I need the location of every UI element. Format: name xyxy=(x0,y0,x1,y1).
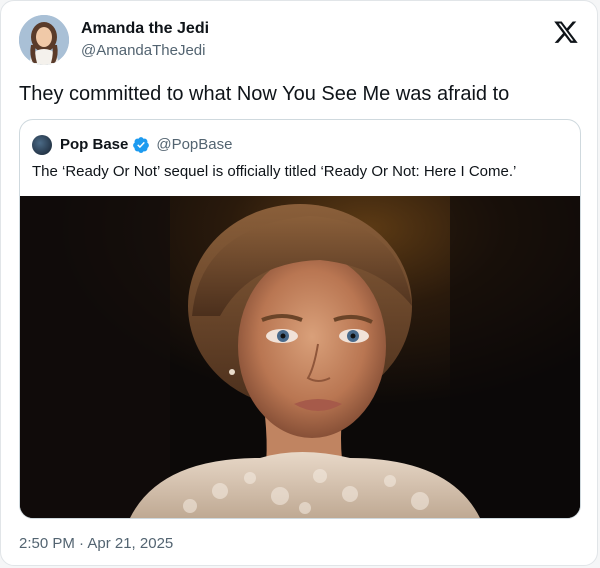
quoted-tweet-header: Pop Base @PopBase xyxy=(32,134,232,156)
quoted-author-handle[interactable]: @PopBase xyxy=(156,135,232,155)
verified-badge-icon xyxy=(133,137,150,153)
quoted-tweet-text: The ‘Ready Or Not’ sequel is officially … xyxy=(32,163,517,180)
tweet-text: They committed to what Now You See Me wa… xyxy=(19,83,510,105)
author-avatar[interactable] xyxy=(19,15,69,65)
avatar-photo-icon xyxy=(19,15,69,65)
tweet-header: Amanda the Jedi @AmandaTheJedi xyxy=(19,15,581,71)
x-logo-icon[interactable] xyxy=(553,19,579,45)
quoted-tweet-photo[interactable] xyxy=(20,196,580,518)
movie-still-image xyxy=(20,196,580,518)
author-handle[interactable]: @AmandaTheJedi xyxy=(81,41,205,61)
quoted-tweet[interactable]: Pop Base @PopBase The ‘Ready Or Not’ seq… xyxy=(19,119,581,519)
author-display-name[interactable]: Amanda the Jedi xyxy=(81,19,209,39)
tweet-timestamp[interactable]: 2:50 PM · Apr 21, 2025 xyxy=(19,534,173,554)
quoted-author-avatar[interactable] xyxy=(32,135,52,155)
quoted-author-display-name[interactable]: Pop Base xyxy=(60,135,128,155)
tweet-card: Amanda the Jedi @AmandaTheJedi They comm… xyxy=(0,0,598,566)
